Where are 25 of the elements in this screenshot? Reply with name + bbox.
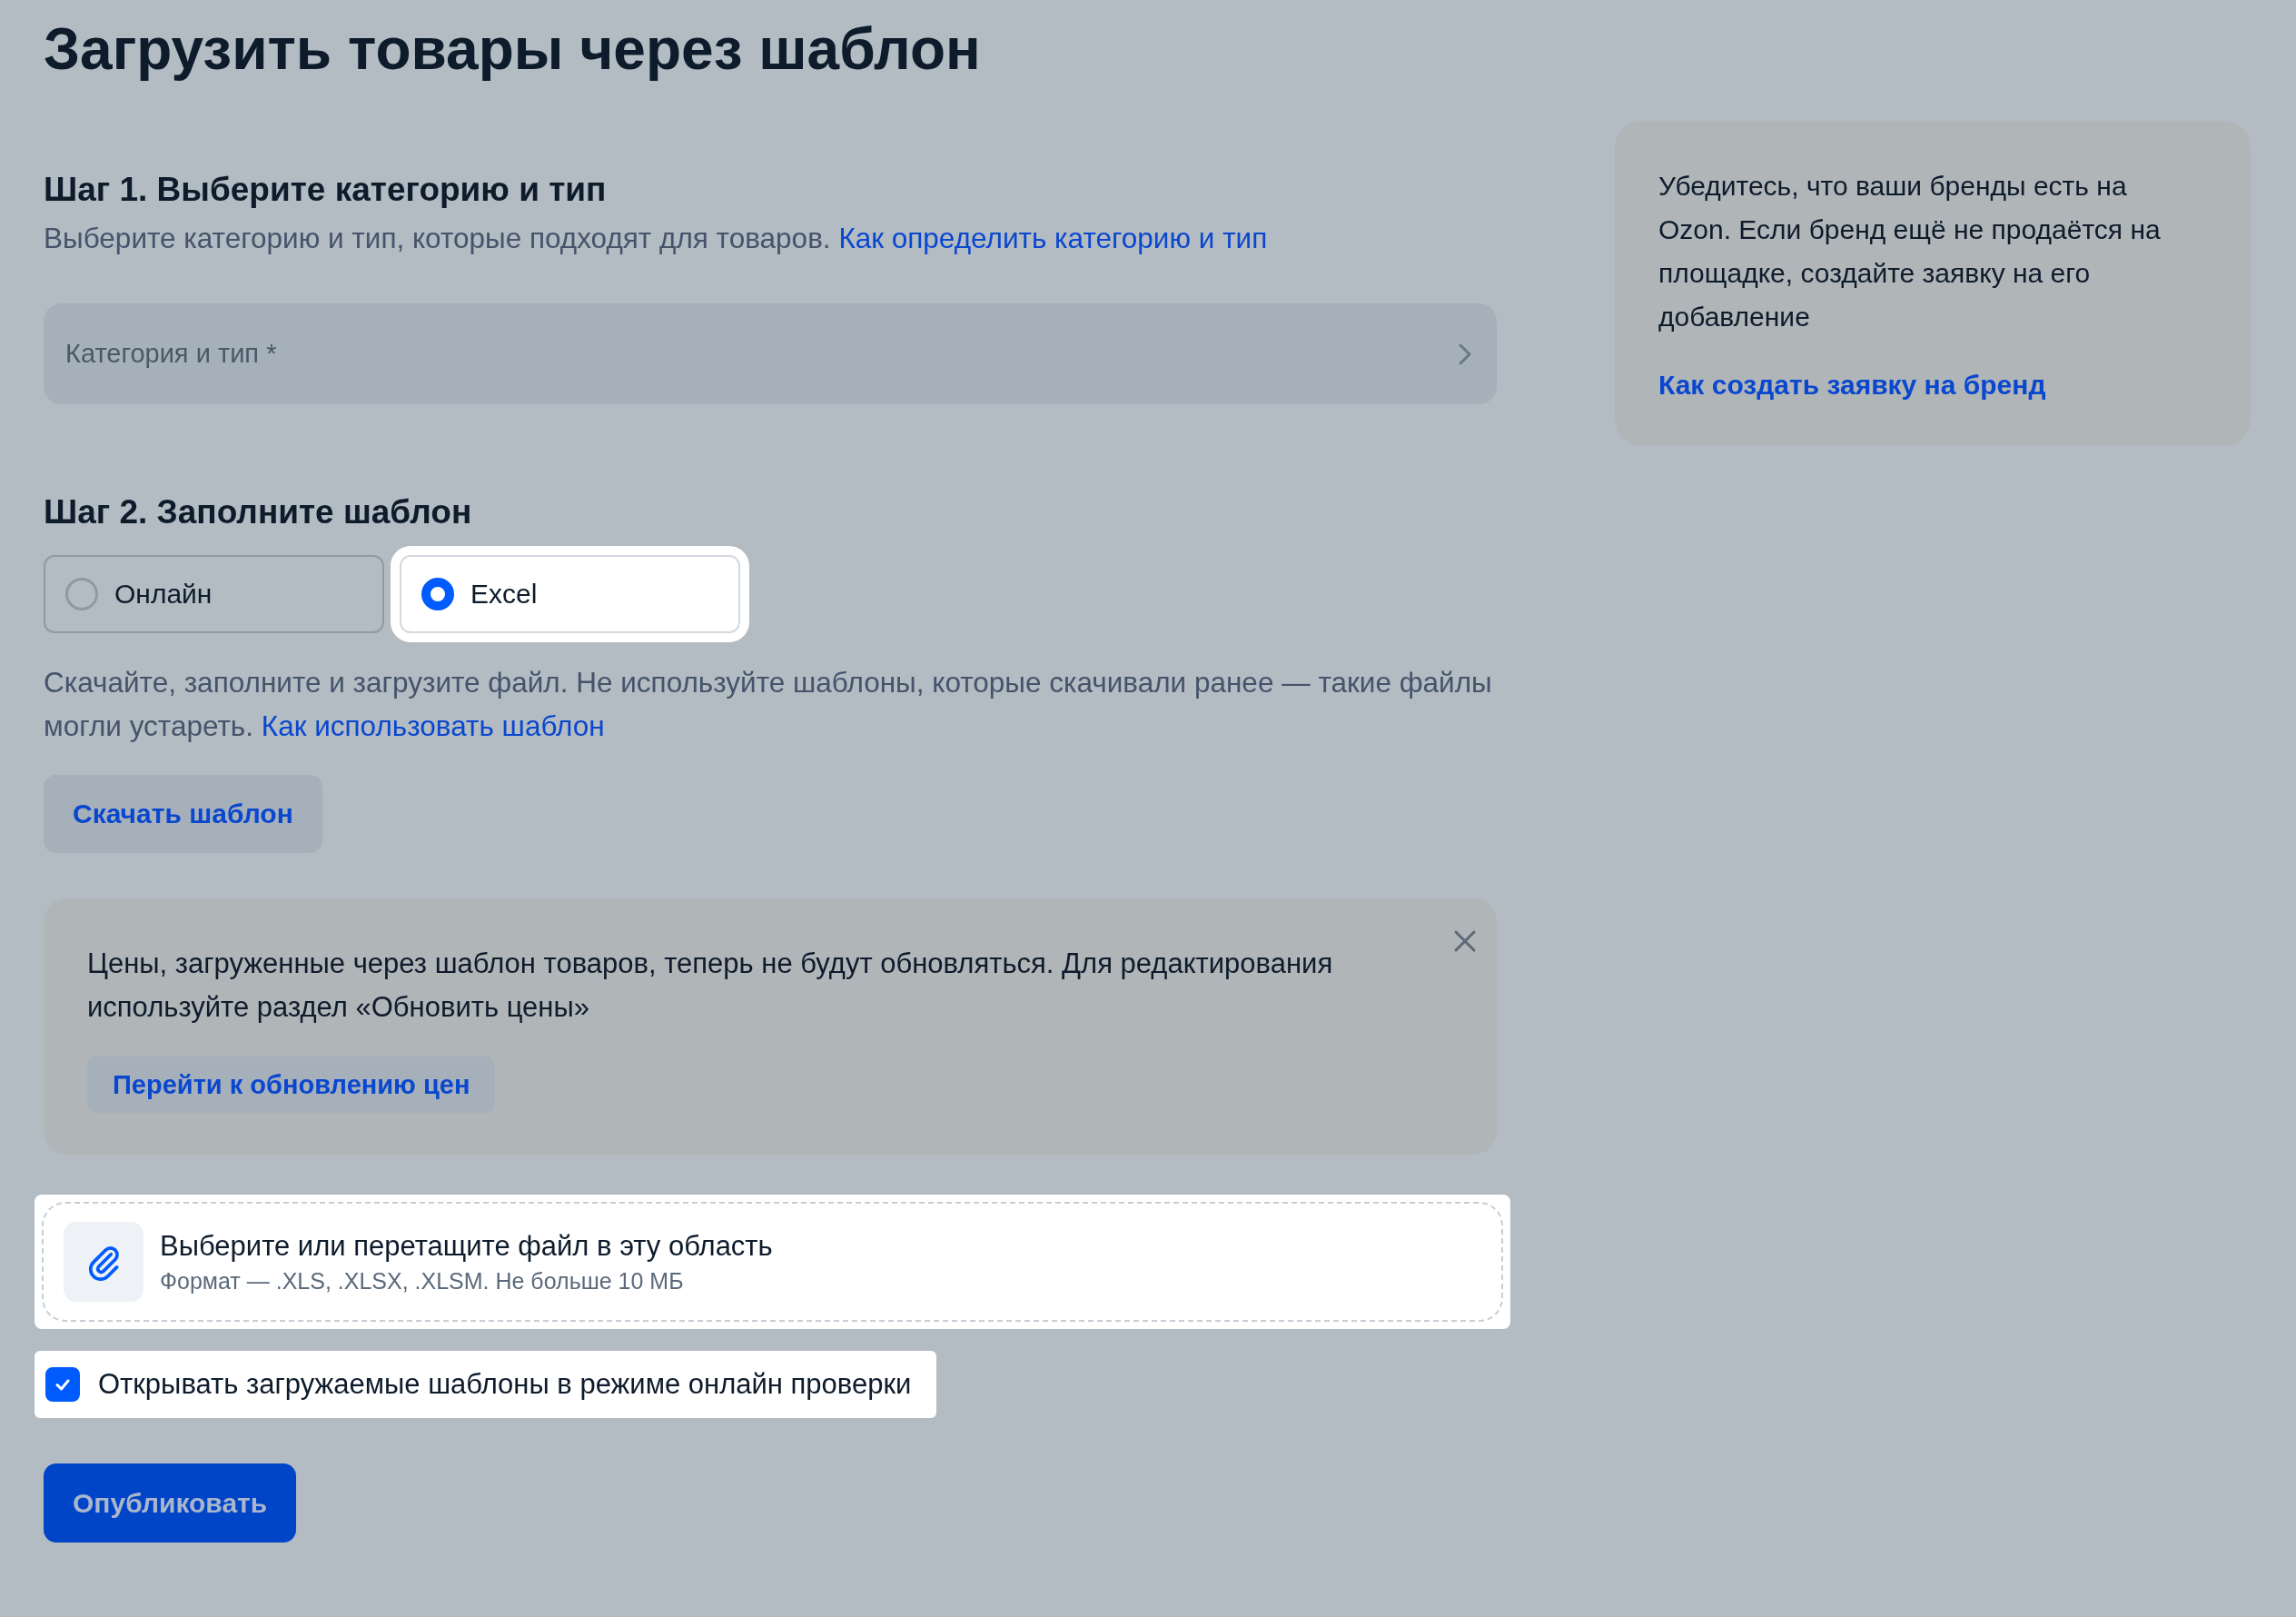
checkbox-row[interactable]: Открывать загружаемые шаблоны в режиме онлайн проверки	[35, 1351, 937, 1418]
notice-text: Цены, загруженные через шаблон товаров, теперь не будут обновляться. Для редактирования используйте раздел «Обновить цены»	[87, 947, 1334, 1025]
info-text: Убедитесь, что ваши бренды есть на Ozon. Если бренд ещё не продаётся на площадке, создайте заявку на его добавление	[1658, 170, 2162, 333]
radio-icon	[421, 578, 454, 610]
checkbox[interactable]	[45, 1367, 80, 1402]
close-icon[interactable]	[1453, 929, 1477, 953]
step-heading: Шаг 2. Заполните шаблон	[44, 492, 472, 532]
publish-button[interactable]: Опубликовать	[44, 1463, 297, 1543]
radio-option[interactable]: Онлайн	[44, 555, 384, 633]
brand-request-link[interactable]: Как создать заявку на бренд	[1658, 370, 2046, 401]
radio-icon	[65, 578, 98, 610]
download-template-button[interactable]: Скачать шаблон	[44, 775, 322, 853]
step-description: Выберите категорию и тип, которые подходят для товаров. Как определить категорию и тип	[44, 221, 1268, 256]
step-description: Скачайте, заполните и загрузите файл. Не используйте шаблоны, которые скачивали ранее — такие файлы могли устареть. Как использовать шаблон	[44, 665, 1493, 744]
paperclip-icon	[64, 1222, 144, 1302]
help-link[interactable]: Как определить категорию и тип	[838, 222, 1268, 254]
upload-title: Выберите или перетащите файл в эту область	[160, 1229, 773, 1263]
category-select[interactable]: Категория и тип *	[44, 303, 1497, 404]
help-link[interactable]: Как использовать шаблон	[261, 709, 605, 742]
checkbox-label: Открывать загружаемые шаблоны в режиме онлайн проверки	[98, 1368, 912, 1401]
file-dropzone[interactable]: Выберите или перетащите файл в эту область Формат — .XLS, .XLSX, .XLSM. Не больше 10 МБ	[42, 1202, 1503, 1322]
page-title: Загрузить товары через шаблон	[44, 15, 981, 84]
upload-hint: Формат — .XLS, .XLSX, .XLSM. Не больше 10 МБ	[160, 1267, 685, 1295]
update-prices-button[interactable]: Перейти к обновлению цен	[87, 1057, 496, 1113]
step-heading: Шаг 1. Выберите категорию и тип	[44, 170, 607, 210]
